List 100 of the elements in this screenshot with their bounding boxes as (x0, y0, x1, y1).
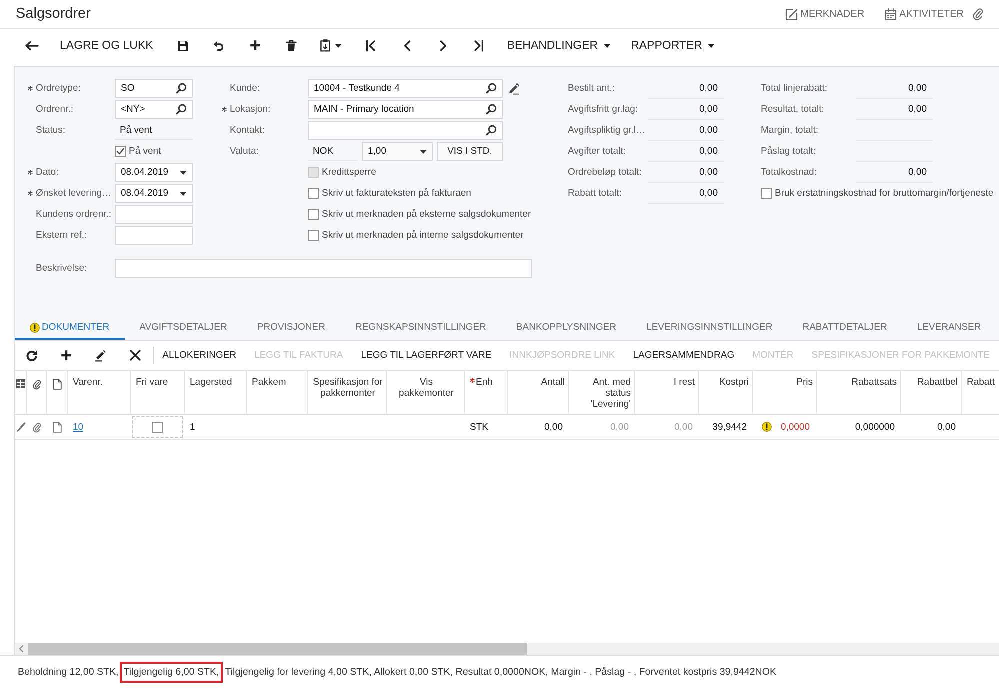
search-icon[interactable] (176, 83, 187, 94)
column-header[interactable]: I rest (674, 377, 695, 388)
scroll-left-icon[interactable] (19, 645, 24, 653)
lookup-field[interactable]: 10004 - Testkunde 4 (308, 79, 503, 98)
tab[interactable]: AVGIFTSDETALJER (124, 317, 242, 340)
notes-button[interactable]: MERKNADER (784, 4, 865, 24)
caret-icon[interactable] (180, 192, 187, 196)
lookup-field[interactable]: <NY> (115, 100, 193, 119)
table-cell-text: 1 (189, 420, 196, 434)
table-cell-text: 0,000000 (854, 420, 896, 434)
toolbar-button[interactable]: ALLOKERINGER (154, 344, 246, 368)
summary-label: Bestilt ant.: (568, 83, 615, 94)
summary-label: Rabatt totalt: (568, 188, 622, 199)
checkbox[interactable] (308, 230, 319, 241)
tab[interactable]: PROVISJONER (242, 317, 340, 340)
summary-value: 0,00 (648, 142, 724, 162)
column-header[interactable]: Antall (541, 377, 565, 388)
search-icon[interactable] (486, 104, 497, 115)
column-header[interactable]: Enh (476, 377, 493, 388)
field-label: Valuta: (230, 146, 259, 157)
grid-icon[interactable] (16, 379, 26, 389)
caret-icon[interactable] (180, 170, 187, 174)
summary-label: Total linjerabatt: (761, 83, 828, 94)
input-field[interactable] (115, 259, 532, 278)
paperclip-icon[interactable] (33, 422, 41, 432)
search-icon[interactable] (486, 125, 497, 136)
table-cell[interactable] (132, 416, 183, 438)
checkbox[interactable] (761, 188, 772, 199)
column-header[interactable]: Varenr. (73, 377, 103, 388)
column-header[interactable]: Kostpri (719, 377, 749, 388)
caret-icon (604, 44, 612, 48)
column-header[interactable]: Lagersted (190, 377, 232, 388)
summary-label: Margin, totalt: (761, 125, 819, 136)
column-header[interactable]: Rabattsats (852, 377, 897, 388)
tab[interactable]: LEVERANSER (902, 317, 996, 340)
paperclip-icon[interactable] (973, 7, 983, 21)
save-and-close-button[interactable]: LAGRE OG LUKK (50, 32, 164, 58)
lookup-field[interactable]: SO (115, 79, 193, 98)
document-icon[interactable] (53, 422, 62, 432)
refresh-icon (26, 350, 38, 362)
pencil-icon[interactable] (508, 82, 520, 94)
chevron-left-icon (404, 40, 411, 52)
rate-dropdown[interactable]: 1,00 (362, 142, 433, 161)
input-field[interactable] (115, 226, 193, 245)
horizontal-scrollbar[interactable] (15, 643, 999, 655)
tab[interactable]: LEVERINGSINNSTILLINGER (632, 317, 788, 340)
table-cell-text: 0,00 (674, 420, 694, 434)
tab[interactable]: DOKUMENTER (15, 317, 125, 340)
page-title: Salgsordrer (16, 6, 91, 22)
checkbox[interactable] (308, 188, 319, 199)
summary-label: Totalkostnad: (761, 167, 817, 178)
checkbox-label: Bruk erstatningskostnad for bruttomargin/fortjeneste (775, 188, 994, 199)
date-field[interactable]: 08.04.2019 (115, 163, 193, 182)
toolbar-button[interactable]: LAGERSAMMENDRAG (624, 344, 744, 368)
field-label: Kunde: (230, 83, 260, 94)
caret-icon (335, 44, 342, 48)
currency-button[interactable]: VIS I STD. (437, 142, 503, 161)
table-cell-text: 39,9442 (712, 420, 748, 434)
tab[interactable]: RABATTDETALJER (788, 317, 902, 340)
checkbox[interactable] (152, 422, 162, 432)
check-icon (116, 147, 125, 156)
scrollbar-thumb[interactable] (28, 643, 527, 655)
column-header[interactable]: Rabatt (967, 377, 995, 388)
cross-icon (130, 350, 141, 361)
menu-button[interactable]: BEHANDLINGER (497, 32, 622, 58)
summary-value: 0,00 (856, 162, 933, 182)
checkbox[interactable] (115, 146, 126, 157)
date-field[interactable]: 08.04.2019 (115, 184, 193, 203)
lookup-field[interactable]: MAIN - Primary location (308, 100, 503, 119)
column-header[interactable]: Vis pakkemonter (392, 377, 461, 399)
input-field[interactable] (115, 205, 193, 224)
activities-button[interactable]: AKTIVITETER (884, 4, 964, 24)
pencil-icon (95, 350, 108, 362)
lookup-field[interactable] (308, 121, 503, 140)
column-header[interactable]: Ant. med status 'Levering' (574, 377, 631, 410)
column-header[interactable]: Fri vare (136, 377, 168, 388)
tab[interactable]: BANKOPPLYSNINGER (501, 317, 632, 340)
trash-icon (286, 40, 297, 52)
search-icon[interactable] (486, 83, 497, 94)
column-header[interactable]: Pakkem (252, 377, 286, 388)
column-header[interactable]: Pris (796, 377, 813, 388)
status-text: Beholdning 12,00 STK, (18, 667, 119, 678)
checkbox-label: Skriv ut fakturateksten på fakturaen (322, 188, 472, 199)
search-icon[interactable] (176, 104, 187, 115)
menu-button[interactable]: RAPPORTER (621, 32, 726, 58)
item-link[interactable]: 10 (73, 422, 84, 432)
summary-value: 0,00 (648, 184, 724, 204)
column-header[interactable]: Spesifikasjon for pakkemonter (313, 377, 383, 399)
column-header[interactable]: Rabattbel (917, 377, 958, 388)
summary-label: Påslag totalt: (761, 146, 816, 157)
pencil-icon[interactable] (16, 422, 26, 432)
checkbox[interactable] (308, 209, 319, 220)
tab[interactable]: REGNSKAPSINNSTILLINGER (340, 317, 502, 340)
field-label: Ordrenr.: (36, 104, 74, 115)
field-label: Ønsket levering… (36, 188, 112, 199)
caret-icon[interactable] (420, 150, 427, 154)
first-page-icon (366, 40, 376, 52)
checkbox-label: På vent (129, 146, 162, 157)
field-label: Ekstern ref.: (36, 230, 88, 241)
toolbar-button[interactable]: LEGG TIL LAGERFØRT VARE (352, 344, 501, 368)
